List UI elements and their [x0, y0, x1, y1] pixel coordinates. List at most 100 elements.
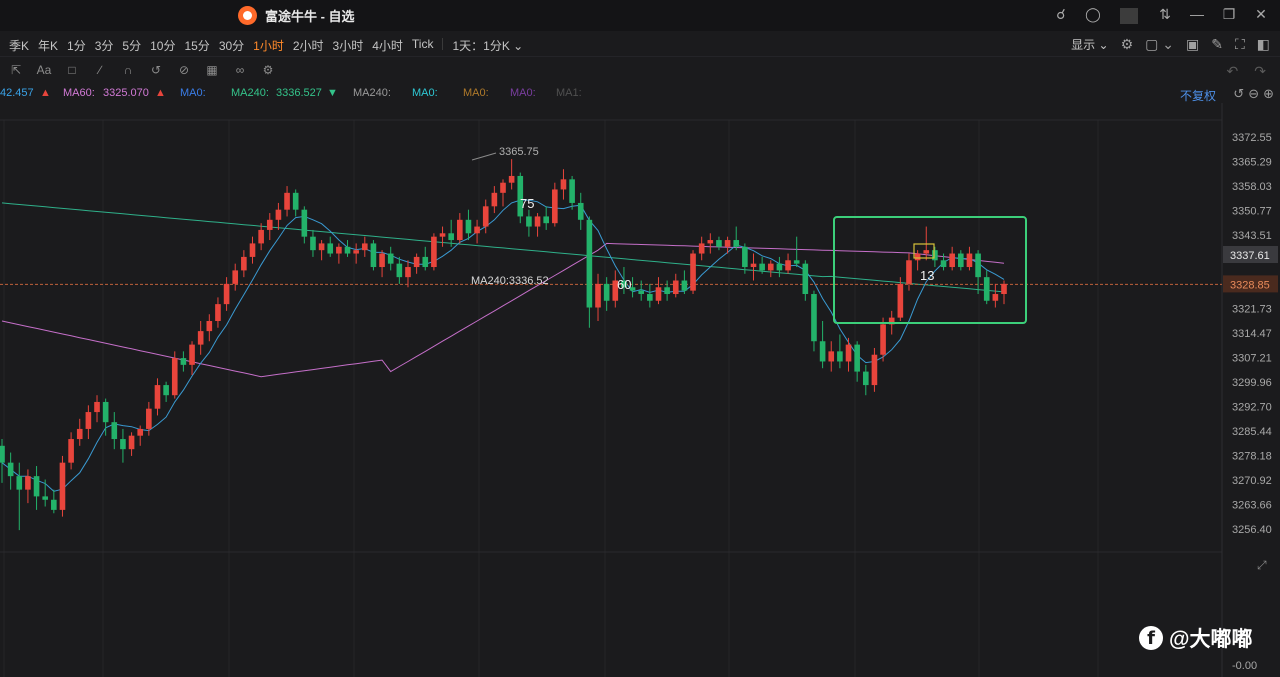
candle-body: [439, 233, 446, 237]
timeframe-tab[interactable]: 2小时: [293, 37, 324, 54]
link-icon[interactable]: ∞: [232, 63, 248, 77]
magnet-icon[interactable]: ∩: [120, 63, 136, 77]
candle-body: [871, 354, 878, 386]
candle-body: [491, 192, 498, 207]
candle-body: [776, 263, 783, 271]
settings-icon[interactable]: ⚙: [260, 63, 276, 77]
headset-icon[interactable]: ☌: [1052, 6, 1070, 26]
candle-body: [465, 219, 472, 234]
redo-icon[interactable]: ↷: [1254, 63, 1266, 80]
candle-body: [560, 179, 567, 190]
timeframe-tab[interactable]: Tick: [412, 37, 434, 54]
pen-icon[interactable]: ✎: [1211, 36, 1223, 53]
timeframe-tab[interactable]: 年K: [38, 37, 58, 54]
trash-icon[interactable]: ▦: [204, 63, 220, 77]
candle-body: [966, 253, 973, 268]
expand-icon[interactable]: ⤢: [1257, 558, 1267, 573]
price-tick-label: 3365.29: [1232, 156, 1272, 168]
candle-body: [387, 253, 394, 264]
candle-body: [672, 280, 679, 295]
candle-body: [111, 422, 118, 440]
candlestick-chart[interactable]: 3372.55 3365.29 3358.03 3350.77 3343.51 3321.…: [0, 103, 1280, 677]
close-icon[interactable]: ✕: [1252, 6, 1270, 26]
text-icon[interactable]: Aa: [36, 63, 52, 77]
price-tick-label: -0.00: [1232, 660, 1257, 672]
timeframe-tab[interactable]: 15分: [184, 37, 209, 54]
indicator-label: MA240:: [353, 87, 391, 99]
timeframe-tab[interactable]: 3分: [95, 37, 114, 54]
candle-body: [457, 219, 463, 241]
collapse-icon[interactable]: ⇅: [1156, 6, 1174, 26]
window-title: 富途牛牛 - 自选: [238, 6, 355, 25]
timeframe-tab[interactable]: 1分: [67, 37, 86, 54]
zoom-in-icon[interactable]: ⊕: [1263, 86, 1274, 102]
timeframe-tab[interactable]: 30分: [219, 37, 244, 54]
candle-body: [932, 250, 938, 261]
candle-body: [344, 246, 351, 254]
candle-body: [526, 216, 532, 227]
candle-body: [690, 253, 696, 291]
chart-tools: 显示 ⌄ ⚙ ▢ ⌄ ▣ ✎ ⛶ ◧: [1071, 36, 1270, 53]
price-tick-label: 3299.96: [1232, 377, 1272, 389]
timeframe-tab[interactable]: 3小时: [333, 37, 364, 54]
zoom-out-icon[interactable]: ⊖: [1248, 86, 1259, 102]
candle-body: [431, 236, 437, 268]
panel-toggle-icon[interactable]: ◧: [1257, 36, 1270, 53]
candle-body: [543, 216, 549, 224]
candle-body: [232, 270, 239, 284]
undo-icon[interactable]: ↶: [1227, 63, 1239, 80]
shirt-icon[interactable]: ◯: [1084, 6, 1102, 26]
ma240-value-label: MA240:3336.52: [471, 275, 549, 287]
sync-icon[interactable]: ↺: [148, 63, 164, 77]
candle-body: [379, 253, 385, 268]
candle-body: [819, 341, 826, 362]
candle-body: [163, 385, 169, 396]
candle-body: [862, 371, 869, 386]
pen-icon[interactable]: ∕: [92, 63, 108, 77]
candle-body: [146, 408, 152, 429]
display-dropdown[interactable]: 显示 ⌄: [1071, 36, 1108, 53]
candle-body: [1001, 283, 1007, 295]
candle-body: [603, 283, 610, 301]
candle-body: [258, 229, 264, 244]
indicator-label: MA0:: [412, 87, 438, 99]
candle-body: [793, 260, 800, 264]
candle-body: [681, 280, 688, 291]
candle-body: [897, 283, 904, 318]
comment-icon[interactable]: □: [64, 63, 80, 77]
window-controls: ☌ ◯ ⇅ — ❐ ✕: [1052, 6, 1270, 26]
reset-icon[interactable]: ↺: [1233, 86, 1244, 102]
candle-body: [811, 294, 817, 342]
timeframe-tab[interactable]: 4小时: [372, 37, 403, 54]
timeframe-tab[interactable]: 5分: [122, 37, 141, 54]
range-dropdown[interactable]: 1天：1分K ⌄: [452, 37, 523, 54]
price-chart[interactable]: 3372.55 3365.29 3358.03 3350.77 3343.51 3321.…: [0, 103, 1280, 677]
candle-body: [422, 256, 429, 268]
divider: [1120, 8, 1138, 24]
candle-body: [0, 445, 5, 463]
candle-body: [958, 253, 964, 268]
fullscreen-icon[interactable]: ⛶: [1235, 36, 1245, 53]
high-marker-line: [471, 152, 497, 161]
watermark-text: @大嘟嘟: [1169, 628, 1253, 651]
cursor-icon[interactable]: ⇱: [8, 63, 24, 77]
layout-icon[interactable]: ▢ ⌄: [1145, 36, 1174, 53]
indicator-label: MA0:: [510, 87, 536, 99]
indicator-label: MA0:: [180, 87, 206, 99]
facebook-watermark: f @大嘟嘟: [1139, 623, 1252, 653]
hide-icon[interactable]: ⊘: [176, 63, 192, 77]
timeframe-tab[interactable]: 1小时: [253, 37, 284, 54]
candle-body: [906, 260, 912, 284]
candle-body: [180, 358, 187, 365]
settings-icon[interactable]: ⚙: [1121, 36, 1134, 53]
timeframe-tab[interactable]: 10分: [150, 37, 175, 54]
candle-body: [336, 246, 342, 254]
candle-body: [137, 428, 144, 436]
candle-body: [94, 401, 100, 413]
candle-body: [707, 240, 714, 244]
camera-icon[interactable]: ▣: [1186, 36, 1199, 53]
adjust-button[interactable]: 不复权: [1180, 87, 1216, 104]
restore-icon[interactable]: ❐: [1220, 6, 1238, 26]
timeframe-tab[interactable]: 季K: [9, 37, 29, 54]
minimize-icon[interactable]: —: [1188, 6, 1206, 26]
